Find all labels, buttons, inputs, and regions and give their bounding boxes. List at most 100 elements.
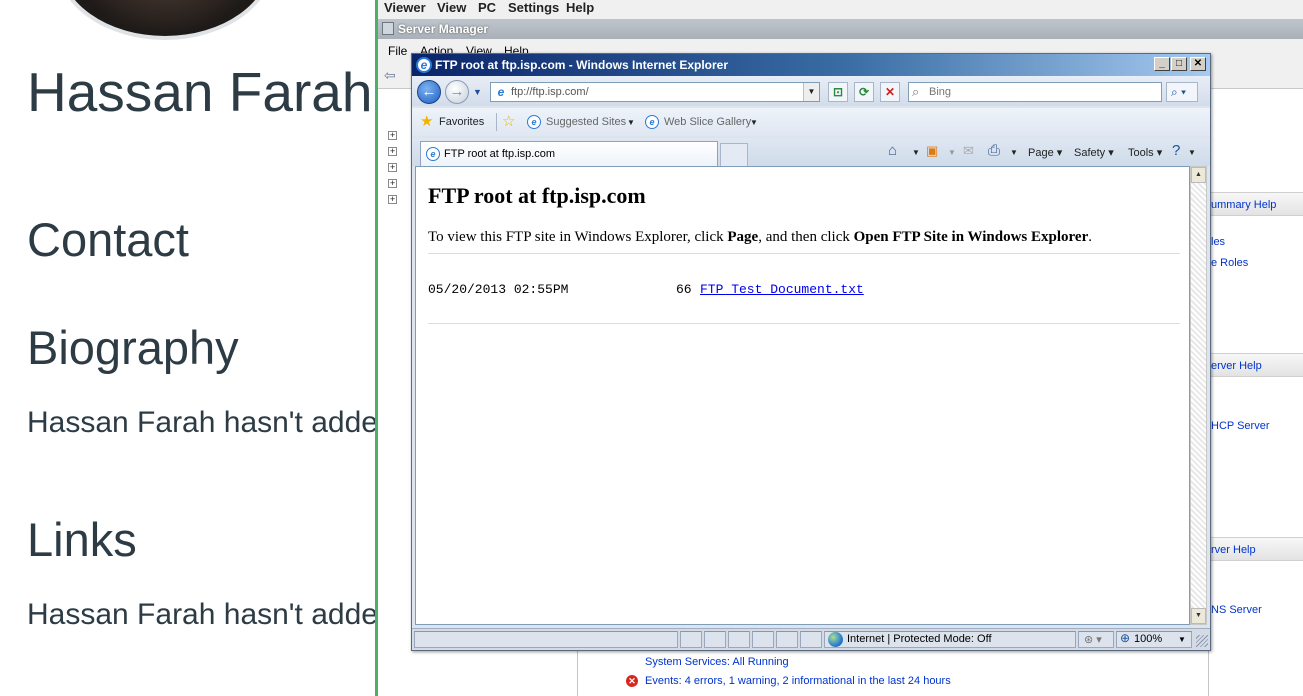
action-link[interactable]: NS Server — [1211, 604, 1262, 616]
minimize-button[interactable]: _ — [1154, 57, 1170, 71]
screen: Hassan Farah Contact Biography Hassan Fa… — [0, 0, 1303, 696]
web-slice-gallery-link[interactable]: Web Slice Gallery — [664, 116, 751, 128]
divider — [428, 323, 1180, 324]
biography-heading: Biography — [27, 321, 239, 374]
file-link[interactable]: FTP Test Document.txt — [700, 282, 864, 297]
scroll-down-button[interactable]: ▼ — [1191, 608, 1206, 624]
tree-expand-icon[interactable]: + — [388, 163, 397, 172]
popup-blocker-pane[interactable]: ⊛ ▾ — [1078, 631, 1114, 648]
profile-page: Hassan Farah Contact Biography Hassan Fa… — [0, 0, 378, 696]
page-menu-label: Page — [1028, 147, 1054, 159]
server-manager-actions-pane: ummary Help les e Roles erver Help HCP S… — [1208, 89, 1303, 696]
address-bar: e ▼ — [490, 82, 820, 102]
address-dropdown-button[interactable]: ▼ — [803, 83, 819, 101]
instructions-action: Open FTP Site in Windows Explorer — [853, 229, 1089, 245]
ie-logo-icon: e — [416, 57, 432, 73]
zoom-dropdown-icon[interactable]: ▼ — [1178, 635, 1186, 644]
status-pane — [680, 631, 702, 648]
server-manager-titlebar: Server Manager — [378, 19, 1303, 39]
profile-name: Hassan Farah — [27, 61, 373, 123]
tree-expand-icon[interactable]: + — [388, 131, 397, 140]
zoom-level[interactable]: 100% — [1134, 633, 1162, 645]
sm-menu-file[interactable]: File — [388, 44, 407, 58]
action-link[interactable]: rver Help — [1211, 544, 1256, 556]
maximize-button[interactable]: □ — [1171, 57, 1187, 71]
resize-grip-icon[interactable] — [1196, 635, 1208, 647]
stop-button[interactable]: ✕ — [880, 82, 900, 102]
suggested-sites-link[interactable]: Suggested Sites — [546, 116, 626, 128]
error-icon: ✕ — [626, 675, 638, 687]
tab-page-icon: e — [426, 147, 440, 161]
biography-text: Hassan Farah hasn't adde — [27, 406, 378, 439]
suggested-sites-dropdown-icon[interactable]: ▼ — [627, 118, 635, 127]
recent-pages-dropdown-icon[interactable]: ▼ — [473, 87, 482, 97]
home-dropdown-icon[interactable]: ▼ — [912, 148, 920, 157]
mail-icon[interactable]: ✉ — [963, 142, 974, 160]
tab-ftp-root[interactable]: e FTP root at ftp.isp.com — [420, 141, 718, 166]
links-text: Hassan Farah hasn't adde — [27, 598, 378, 631]
tree-expand-icon[interactable]: + — [388, 179, 397, 188]
print-dropdown-icon[interactable]: ▼ — [1010, 148, 1018, 157]
menu-settings[interactable]: Settings — [508, 0, 559, 15]
favorites-bar: ★ Favorites ☆ e Suggested Sites ▼ e Web … — [412, 108, 1210, 136]
status-bar: Internet | Protected Mode: Off ⊛ ▾ ⊕ 100… — [412, 628, 1210, 650]
web-slice-dropdown-icon[interactable]: ▼ — [750, 118, 758, 127]
scroll-up-button[interactable]: ▲ — [1191, 167, 1206, 183]
vertical-scrollbar[interactable]: ▲ ▼ — [1190, 166, 1207, 625]
search-button[interactable]: ⌕ ▾ — [1166, 82, 1198, 102]
page-menu[interactable]: Page ▾ — [1028, 146, 1062, 159]
navigation-bar: ← → ▼ e ▼ ⊡ ⟳ ✕ ⌕ ⌕ ▾ — [412, 76, 1210, 106]
refresh-button[interactable]: ⟳ — [854, 82, 874, 102]
help-icon[interactable]: ? — [1172, 142, 1180, 160]
zoom-icon: ⊕ — [1120, 631, 1131, 645]
safety-menu[interactable]: Safety ▾ — [1074, 146, 1114, 159]
status-pane — [728, 631, 750, 648]
menu-viewer[interactable]: Viewer — [384, 0, 426, 15]
back-arrow-icon[interactable]: ⇦ — [384, 67, 396, 84]
new-tab-button[interactable] — [720, 143, 748, 166]
action-link[interactable]: erver Help — [1211, 360, 1262, 372]
print-icon[interactable]: ⎙ — [988, 142, 1000, 160]
ie-titlebar: e FTP root at ftp.isp.com - Windows Inte… — [412, 54, 1210, 76]
tools-menu-label: Tools — [1128, 147, 1154, 159]
forward-button[interactable]: → — [445, 80, 469, 104]
action-link[interactable]: HCP Server — [1211, 420, 1269, 432]
feeds-icon[interactable]: ▣ — [926, 142, 938, 160]
security-lock-icon: ⊛ ▾ — [1084, 634, 1102, 646]
home-icon[interactable]: ⌂ — [888, 142, 897, 160]
feeds-dropdown-icon[interactable]: ▼ — [948, 148, 956, 157]
compatibility-view-button[interactable]: ⊡ — [828, 82, 848, 102]
favorites-button[interactable]: Favorites — [439, 116, 484, 128]
system-services-status[interactable]: System Services: All Running — [645, 656, 789, 668]
menu-pc[interactable]: PC — [478, 0, 496, 15]
instructions-text: To view this FTP site in Windows Explore… — [428, 229, 728, 245]
tools-menu[interactable]: Tools ▾ — [1128, 146, 1162, 159]
search-box: ⌕ — [908, 82, 1162, 102]
file-date: 05/20/2013 02:55PM — [428, 282, 569, 297]
search-input[interactable] — [929, 84, 1154, 100]
help-dropdown-icon[interactable]: ▼ — [1188, 148, 1196, 157]
address-input[interactable] — [511, 84, 801, 100]
status-pane — [800, 631, 822, 648]
ftp-page-title: FTP root at ftp.isp.com — [428, 183, 646, 208]
tree-expand-icon[interactable]: + — [388, 147, 397, 156]
security-zone-status[interactable]: Internet | Protected Mode: Off — [847, 633, 992, 645]
status-pane — [752, 631, 774, 648]
page-icon: e — [497, 85, 505, 99]
close-button[interactable]: ✕ — [1190, 57, 1206, 71]
back-button[interactable]: ← — [417, 80, 441, 104]
ie-window: e FTP root at ftp.isp.com - Windows Inte… — [411, 53, 1211, 651]
action-link[interactable]: les — [1211, 236, 1225, 248]
ftp-instructions: To view this FTP site in Windows Explore… — [428, 229, 1092, 246]
action-link[interactable]: e Roles — [1211, 257, 1248, 269]
status-pane — [776, 631, 798, 648]
events-status[interactable]: Events: 4 errors, 1 warning, 2 informati… — [645, 675, 951, 687]
menu-help[interactable]: Help — [566, 0, 594, 15]
favorites-star-icon[interactable]: ★ — [420, 114, 433, 129]
add-to-favorites-icon[interactable]: ☆ — [502, 114, 515, 129]
page-content: FTP root at ftp.isp.com To view this FTP… — [415, 166, 1190, 625]
action-link[interactable]: ummary Help — [1211, 199, 1276, 211]
tree-expand-icon[interactable]: + — [388, 195, 397, 204]
menu-view[interactable]: View — [437, 0, 466, 15]
server-summary: System Services: All Running ✕ Events: 4… — [578, 649, 1208, 696]
